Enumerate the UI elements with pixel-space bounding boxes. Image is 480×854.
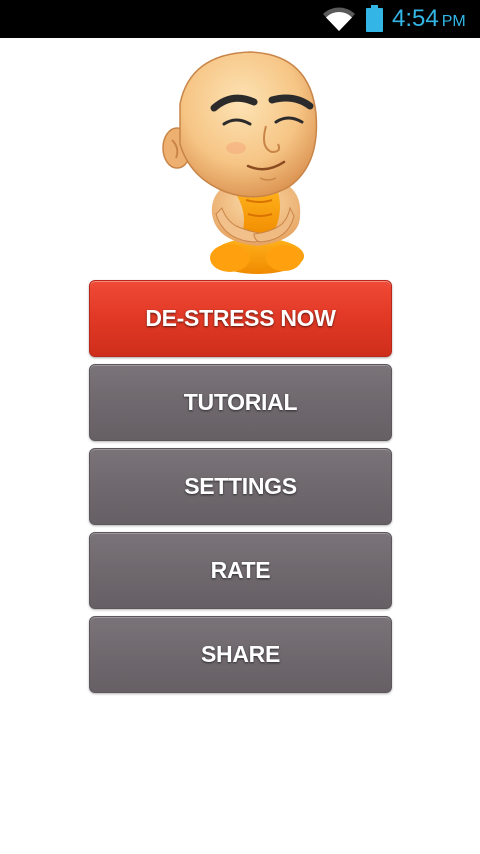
de-stress-now-label: DE-STRESS NOW (145, 305, 336, 331)
rate-label: RATE (210, 557, 271, 583)
clock-ampm: PM (441, 13, 466, 30)
share-button[interactable]: SHARE (89, 616, 392, 693)
status-bar: 4:54 PM (0, 0, 480, 38)
tutorial-button[interactable]: TUTORIAL (89, 364, 392, 441)
de-stress-now-button[interactable]: DE-STRESS NOW (89, 280, 392, 357)
rate-button[interactable]: RATE (89, 532, 392, 609)
battery-icon (366, 5, 383, 32)
clock-time: 4:54 (392, 5, 439, 32)
meditating-monk-mascot (162, 51, 318, 274)
settings-label: SETTINGS (184, 473, 297, 499)
tutorial-label: TUTORIAL (183, 389, 298, 415)
main-menu: DE-STRESS NOW TUTORIAL SETTINGS RATE SHA… (89, 280, 392, 700)
wifi-icon (323, 7, 355, 32)
settings-button[interactable]: SETTINGS (89, 448, 392, 525)
share-label: SHARE (200, 641, 280, 667)
status-clock: 4:54 PM (392, 4, 466, 34)
app-screen: 4:54 PM DE-STRESS NOW TUTORIAL SETTINGS … (0, 0, 480, 854)
